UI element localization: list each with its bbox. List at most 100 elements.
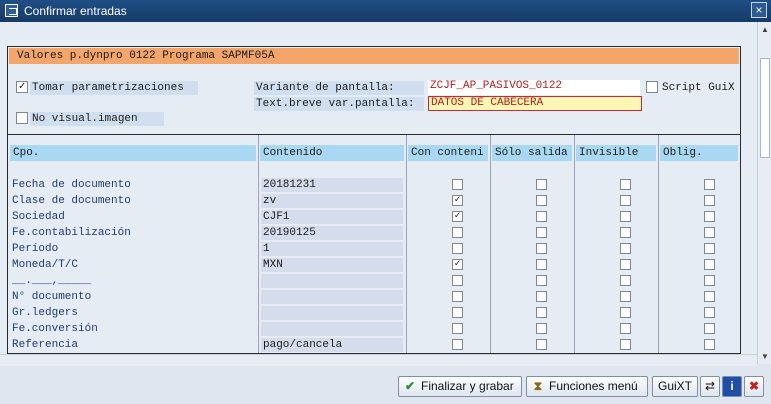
dynpro-banner: Valores p.dynpro 0122 Programa SAPMF05A [9, 48, 739, 64]
row-checkbox[interactable] [536, 227, 547, 238]
row-checkbox[interactable]: ✓ [452, 195, 463, 206]
field-name: Fecha de documento [12, 179, 131, 191]
table-row: Sociedad CJF1 ✓ [8, 209, 740, 225]
field-content [261, 322, 403, 336]
field-name: Moneda/T/C [12, 259, 79, 271]
row-checkbox[interactable] [536, 179, 547, 190]
guixt-button[interactable]: GuiXT [652, 376, 698, 397]
row-checkbox[interactable] [536, 275, 547, 286]
row-checkbox[interactable] [536, 259, 547, 270]
row-checkbox[interactable]: ✓ [452, 259, 463, 270]
field-name: Fe.contabilización [12, 227, 131, 239]
row-checkbox[interactable]: ✓ [452, 211, 463, 222]
table-row: Clase de documento zv ✓ [8, 193, 740, 209]
row-checkbox[interactable] [620, 275, 631, 286]
row-checkbox[interactable] [620, 211, 631, 222]
row-checkbox[interactable] [452, 275, 463, 286]
field-content [261, 306, 403, 320]
tomar-label: Tomar parametrizaciones [30, 81, 198, 95]
field-name: Gr.ledgers [12, 307, 79, 319]
row-checkbox[interactable] [704, 227, 715, 238]
table-row: Referencia pago/cancela [8, 337, 740, 353]
row-checkbox[interactable] [620, 291, 631, 302]
row-checkbox[interactable] [704, 211, 715, 222]
row-checkbox[interactable] [536, 339, 547, 350]
table-row: Gr.ledgers [8, 305, 740, 321]
field-name: N° documento [12, 291, 92, 303]
checkmark-icon: ✔ [404, 379, 416, 393]
row-checkbox[interactable] [452, 307, 463, 318]
field-name: Clase de documento [12, 195, 131, 207]
row-checkbox[interactable] [452, 227, 463, 238]
no-visual-label: No visual.imagen [30, 112, 164, 126]
table-row: N° documento [8, 289, 740, 305]
scroll-down-icon[interactable]: ▼ [760, 352, 770, 362]
table-row: Período 1 [8, 241, 740, 257]
table-row: __.___,_____ [8, 273, 740, 289]
table-row: Moneda/T/C MXN ✓ [8, 257, 740, 273]
row-checkbox[interactable] [452, 291, 463, 302]
cancel-icon[interactable]: ✖ [744, 376, 764, 397]
row-checkbox[interactable] [536, 211, 547, 222]
header-solo-salida: Sólo salida [492, 145, 572, 161]
row-checkbox[interactable] [536, 243, 547, 254]
no-visual-checkbox[interactable] [16, 112, 28, 124]
row-checkbox[interactable] [452, 179, 463, 190]
transfer-icon[interactable]: ⇄ [700, 376, 720, 397]
row-checkbox[interactable] [704, 259, 715, 270]
header-cpo: Cpo. [10, 145, 256, 161]
field-content [261, 274, 403, 288]
finalizar-button[interactable]: ✔ Finalizar y grabar [398, 376, 522, 397]
row-checkbox[interactable] [536, 307, 547, 318]
row-checkbox[interactable] [704, 195, 715, 206]
field-content: MXN [261, 258, 403, 272]
variante-input[interactable]: ZCJF_AP_PASIVOS_0122 [428, 80, 640, 95]
row-checkbox[interactable] [704, 243, 715, 254]
field-name: Período [12, 243, 59, 255]
row-checkbox[interactable] [620, 339, 631, 350]
field-name: Fe.conversión [12, 323, 98, 335]
script-checkbox[interactable] [646, 81, 658, 93]
header-invisible: Invisible [576, 145, 656, 161]
row-checkbox[interactable] [704, 323, 715, 334]
fields-table: Cpo. Contenido Con conteni Sólo salida I… [8, 134, 740, 353]
vertical-scrollbar[interactable]: ▲ ▼ [757, 22, 771, 364]
funciones-menu-button[interactable]: ⧗ Funciones menú [526, 376, 648, 397]
row-checkbox[interactable] [704, 291, 715, 302]
script-label: Script GuiX [662, 82, 735, 94]
row-checkbox[interactable] [704, 179, 715, 190]
row-checkbox[interactable] [536, 195, 547, 206]
row-checkbox[interactable] [620, 179, 631, 190]
row-checkbox[interactable] [620, 307, 631, 318]
header-oblig: Oblig. [660, 145, 738, 161]
window-icon [5, 4, 18, 17]
textbreve-input[interactable]: DATOS DE CABECERA [428, 96, 642, 111]
field-content: CJF1 [261, 210, 403, 224]
row-checkbox[interactable] [452, 323, 463, 334]
row-checkbox[interactable] [704, 339, 715, 350]
title-bar: Confirmar entradas × [0, 0, 771, 22]
field-content: 20190125 [261, 226, 403, 240]
tomar-checkbox[interactable]: ✓ [16, 81, 28, 93]
row-checkbox[interactable] [704, 275, 715, 286]
row-checkbox[interactable] [620, 259, 631, 270]
field-name: Sociedad [12, 211, 65, 223]
row-checkbox[interactable] [620, 227, 631, 238]
row-checkbox[interactable] [452, 243, 463, 254]
scroll-up-icon[interactable]: ▲ [760, 25, 770, 35]
row-checkbox[interactable] [536, 323, 547, 334]
row-checkbox[interactable] [620, 243, 631, 254]
close-icon[interactable]: × [751, 2, 767, 18]
table-row: Fe.conversión [8, 321, 740, 337]
field-content: 1 [261, 242, 403, 256]
row-checkbox[interactable] [620, 195, 631, 206]
row-checkbox[interactable] [620, 323, 631, 334]
row-checkbox[interactable] [536, 291, 547, 302]
scroll-thumb[interactable] [760, 58, 770, 158]
info-icon[interactable]: i [722, 376, 742, 397]
table-row: Fecha de documento 20181231 [8, 177, 740, 193]
horizontal-scrollbar[interactable] [0, 354, 757, 366]
header-contenido: Contenido [260, 145, 404, 161]
row-checkbox[interactable] [452, 339, 463, 350]
row-checkbox[interactable] [704, 307, 715, 318]
